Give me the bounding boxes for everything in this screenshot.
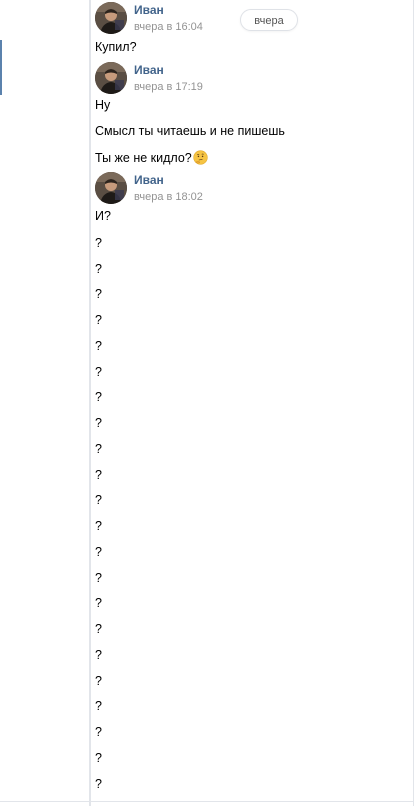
- message-text: ?: [95, 416, 102, 430]
- author-name[interactable]: Иван: [134, 173, 164, 187]
- author-name[interactable]: Иван: [134, 63, 164, 77]
- message-text: ?: [95, 365, 102, 379]
- message-text: ?: [95, 468, 102, 482]
- message-text: ?: [95, 236, 102, 250]
- message-text: ?: [95, 725, 102, 739]
- avatar[interactable]: [95, 2, 127, 34]
- dialogs-panel: [0, 0, 90, 806]
- message-time[interactable]: вчера в 16:04: [134, 20, 203, 34]
- message-text: ?: [95, 699, 102, 713]
- message-text: ?: [95, 287, 102, 301]
- message-text: И?: [95, 209, 111, 223]
- message-text: ?: [95, 751, 102, 765]
- message-text: ?: [95, 571, 102, 585]
- avatar[interactable]: [95, 62, 127, 94]
- message-with-emoji: Ты же не кидло?: [95, 150, 208, 166]
- message-time[interactable]: вчера в 17:19: [134, 80, 203, 94]
- date-badge: вчера: [240, 9, 298, 31]
- panel-divider: [89, 0, 91, 806]
- bottom-border: [0, 801, 414, 802]
- message-group: Иван вчера в 17:19 Ну Смысл ты читаешь и…: [95, 62, 411, 172]
- message-group: Иван вчера в 16:04 вчера Купил?: [95, 2, 411, 62]
- message-text: ?: [95, 442, 102, 456]
- message-text: ?: [95, 777, 102, 791]
- message-time[interactable]: вчера в 18:02: [134, 190, 203, 204]
- message-text: ?: [95, 674, 102, 688]
- message-text: ?: [95, 596, 102, 610]
- message-text: Ну: [95, 98, 111, 112]
- author-name[interactable]: Иван: [134, 3, 164, 17]
- message-text: ?: [95, 622, 102, 636]
- message-text: Купил?: [95, 40, 137, 54]
- message-text: ?: [95, 390, 102, 404]
- message-text: ?: [95, 493, 102, 507]
- message-history[interactable]: Иван вчера в 16:04 вчера Купил? Иван вче…: [95, 0, 411, 800]
- message-text: ?: [95, 519, 102, 533]
- message-text: Смысл ты читаешь и не пишешь: [95, 124, 285, 138]
- message-text: ?: [95, 313, 102, 327]
- message-group: Иван вчера в 18:02 И? ? ? ? ? ? ? ? ? ? …: [95, 172, 411, 800]
- chat-page: Иван вчера в 16:04 вчера Купил? Иван вче…: [0, 0, 414, 806]
- selected-dialog-indicator: [0, 40, 2, 95]
- message-text: ?: [95, 648, 102, 662]
- message-text: Ты же не кидло?: [95, 151, 192, 165]
- message-text: ?: [95, 545, 102, 559]
- avatar[interactable]: [95, 172, 127, 204]
- thinking-face-icon: [193, 150, 208, 165]
- message-text: ?: [95, 339, 102, 353]
- message-text: ?: [95, 262, 102, 276]
